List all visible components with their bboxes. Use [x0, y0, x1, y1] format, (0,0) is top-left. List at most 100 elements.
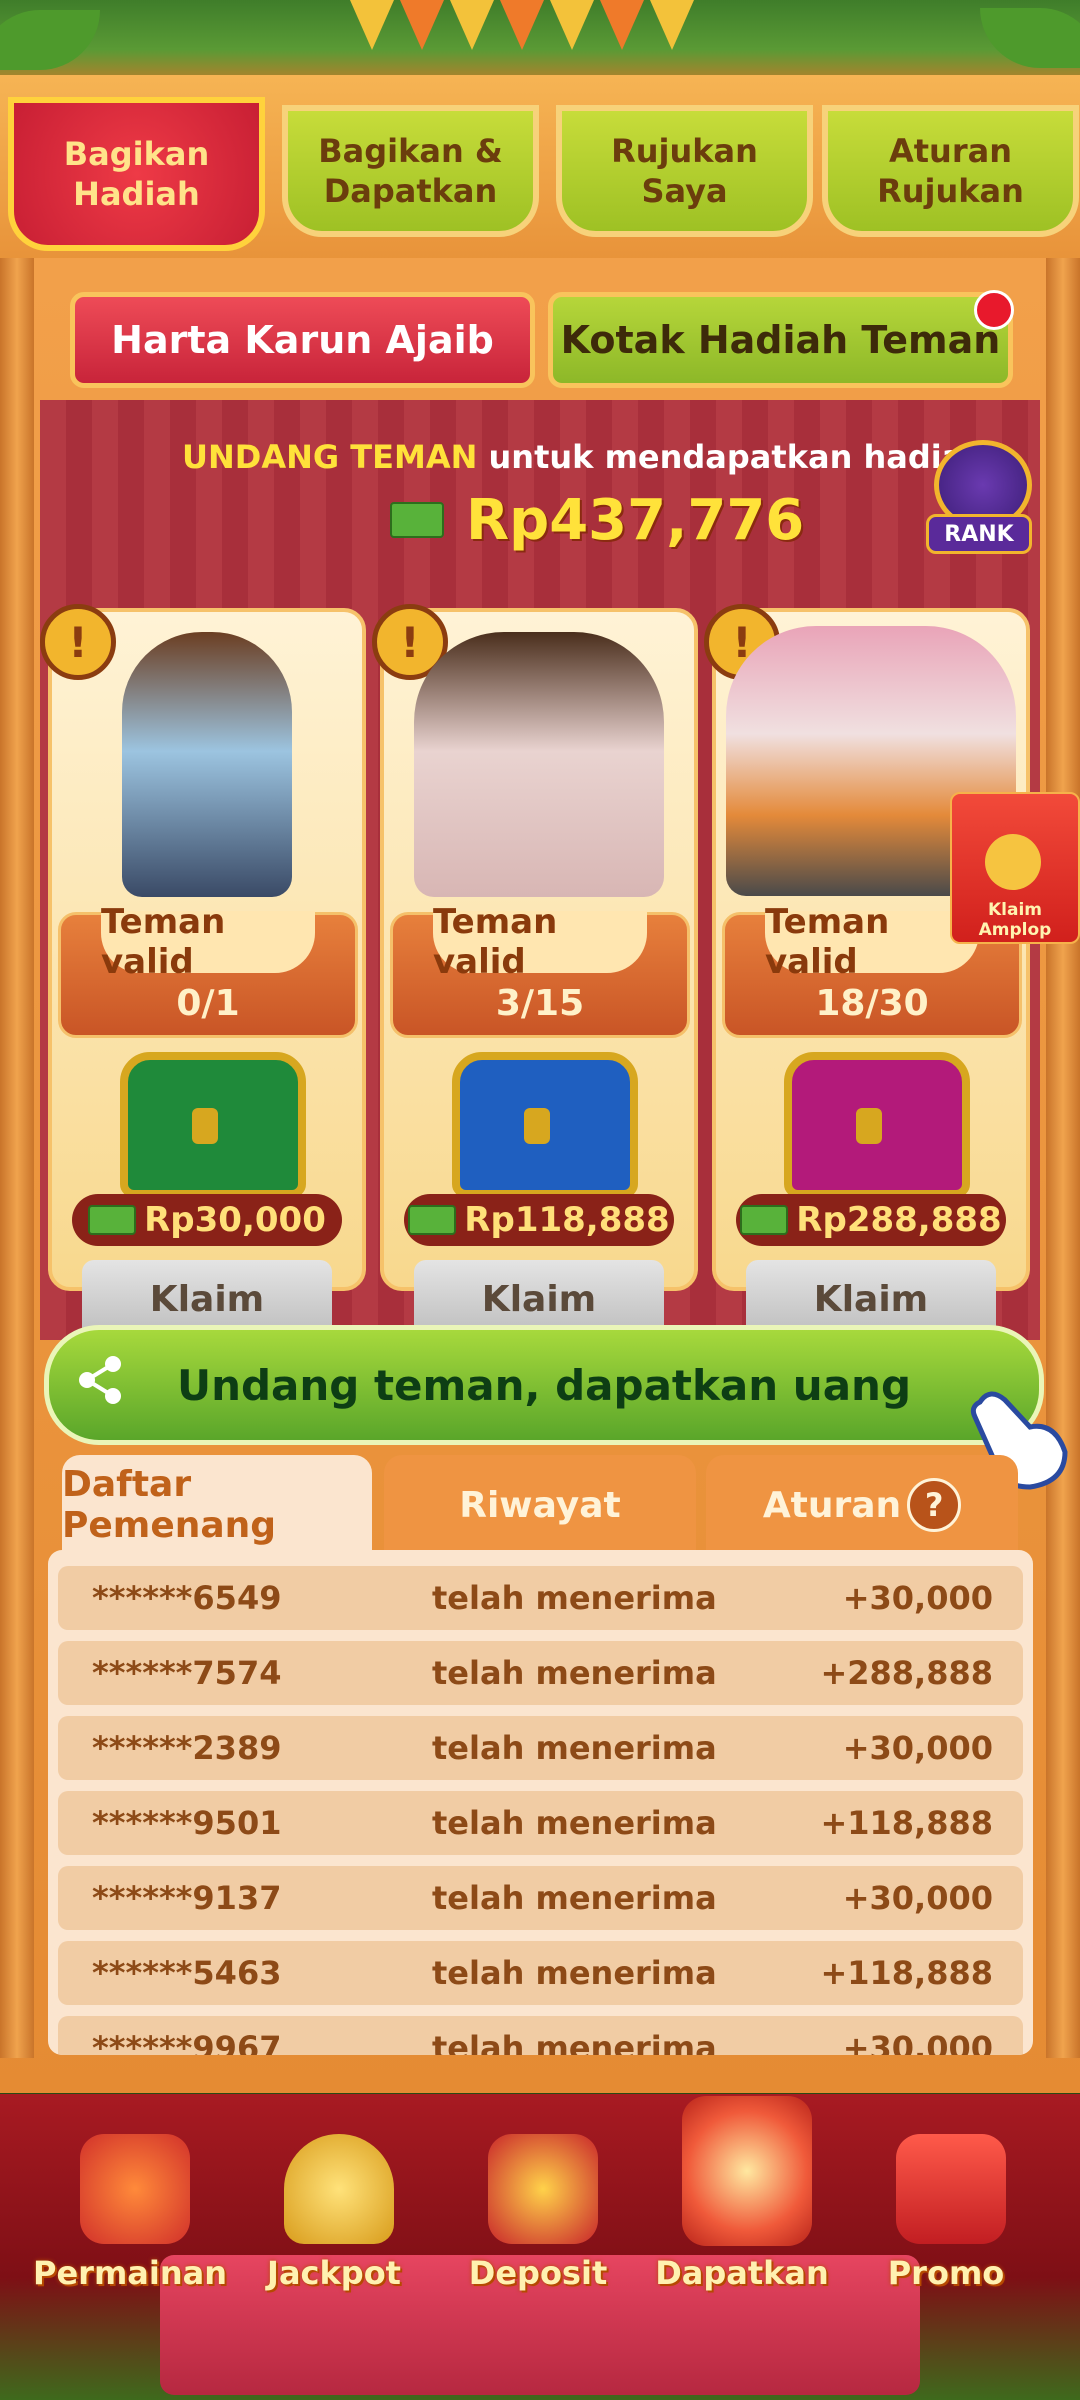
winner-user: ******9137 — [92, 1879, 282, 1917]
headline-text: untuk mendapatkan hadiah — [477, 438, 987, 476]
rank-label: RANK — [926, 514, 1032, 554]
share-icon — [73, 1352, 129, 1408]
envelope-coin-icon — [985, 834, 1041, 890]
winner-amount: +118,888 — [820, 1954, 993, 1992]
green-chest-icon — [120, 1052, 306, 1198]
info-alert-icon[interactable]: ! — [40, 604, 116, 680]
winner-user: ******6549 — [92, 1579, 282, 1617]
wooden-post — [1046, 258, 1080, 2058]
main-tab-bar: Bagikan Hadiah Bagikan & Dapatkan Rujuka… — [0, 75, 1080, 268]
cash-icon — [390, 502, 444, 538]
phone-coins-icon — [682, 2096, 812, 2246]
nav-promo[interactable]: Promo — [846, 2104, 1046, 2354]
bunting-flag — [550, 0, 594, 50]
winner-row: ******2389 telah menerima +30,000 — [58, 1716, 1023, 1780]
help-question-icon[interactable]: ? — [907, 1478, 962, 1532]
purple-chest-icon — [784, 1052, 970, 1198]
tab-daftar-pemenang[interactable]: Daftar Pemenang — [62, 1455, 372, 1555]
winner-row: ******7574 telah menerima +288,888 — [58, 1641, 1023, 1705]
winner-amount: +30,000 — [842, 2029, 993, 2055]
notification-dot — [974, 290, 1014, 330]
total-reward-amount: Rp437,776 — [466, 488, 805, 553]
winner-amount: +30,000 — [842, 1579, 993, 1617]
winner-user: ******5463 — [92, 1954, 282, 1992]
reward-amount: Rp288,888 — [736, 1194, 1006, 1246]
leaf-decoration — [0, 10, 100, 70]
nav-dapatkan[interactable]: Dapatkan — [642, 2076, 842, 2326]
reward-amount: Rp118,888 — [404, 1194, 674, 1246]
winner-amount: +30,000 — [842, 1729, 993, 1767]
winner-amount: +30,000 — [842, 1879, 993, 1917]
wooden-post — [0, 258, 34, 2058]
nav-label: Permainan — [33, 2254, 227, 2292]
cash-icon — [740, 1205, 789, 1235]
cash-icon — [408, 1205, 457, 1235]
winners-list[interactable]: ******6549 telah menerima +30,000 ******… — [48, 1550, 1033, 2055]
winner-user: ******9967 — [92, 2029, 282, 2055]
bunting-flag — [450, 0, 494, 50]
winner-row: ******9501 telah menerima +118,888 — [58, 1791, 1023, 1855]
winner-row: ******6549 telah menerima +30,000 — [58, 1566, 1023, 1630]
winner-amount: +288,888 — [820, 1654, 993, 1692]
nav-label: Deposit — [468, 2254, 608, 2292]
valid-friends-box: Teman valid 0/1 — [58, 902, 358, 1038]
slot-machine-icon — [80, 2134, 190, 2244]
single-friend-illustration — [122, 632, 292, 897]
nav-jackpot[interactable]: Jackpot — [234, 2104, 434, 2354]
nav-permainan[interactable]: Permainan — [30, 2104, 230, 2354]
bunting-flag — [650, 0, 694, 50]
winner-row: ******5463 telah menerima +118,888 — [58, 1941, 1023, 2005]
valid-friends-count: 18/30 — [815, 982, 929, 1024]
bunting-flag — [350, 0, 394, 50]
red-envelope-button[interactable]: Klaim Amplop — [950, 792, 1080, 944]
winner-user: ******9501 — [92, 1804, 282, 1842]
subtab-kotak-hadiah-teman[interactable]: Kotak Hadiah Teman — [548, 292, 1013, 388]
reward-amount: Rp30,000 — [72, 1194, 342, 1246]
winner-action: telah menerima — [432, 1654, 717, 1692]
blue-chest-icon — [452, 1052, 638, 1198]
winner-action: telah menerima — [432, 1954, 717, 1992]
tab-aturan[interactable]: Aturan ? — [706, 1455, 1018, 1555]
bunting-flag — [500, 0, 544, 50]
tab-riwayat[interactable]: Riwayat — [384, 1455, 696, 1555]
valid-friends-title: Teman valid — [433, 902, 647, 982]
rank-badge[interactable]: RANK — [926, 440, 1032, 554]
valid-friends-box: Teman valid 3/15 — [390, 902, 690, 1038]
winner-user: ******7574 — [92, 1654, 282, 1692]
winner-user: ******2389 — [92, 1729, 282, 1767]
subtab-harta-karun[interactable]: Harta Karun Ajaib — [70, 292, 535, 388]
leaf-decoration — [980, 8, 1080, 68]
reward-card-2: ! Teman valid 3/15 Rp118,888 Klaim — [372, 604, 698, 1344]
reward-card-1: ! Teman valid 0/1 Rp30,000 Klaim — [40, 604, 366, 1344]
winner-row: ******9137 telah menerima +30,000 — [58, 1866, 1023, 1930]
tab-rujukan-saya[interactable]: Rujukan Saya — [556, 105, 813, 237]
winner-action: telah menerima — [432, 1804, 717, 1842]
cash-icon — [88, 1205, 137, 1235]
nav-deposit[interactable]: Deposit — [438, 2104, 638, 2354]
tab-bagikan-dapatkan[interactable]: Bagikan & Dapatkan — [282, 105, 539, 237]
invite-friends-button[interactable]: Undang teman, dapatkan uang — [44, 1325, 1044, 1445]
tab-bagikan-hadiah[interactable]: Bagikan Hadiah — [8, 97, 265, 251]
winner-action: telah menerima — [432, 1729, 717, 1767]
winner-row: ******9967 telah menerima +30,000 — [58, 2016, 1023, 2055]
valid-friends-title: Teman valid — [765, 902, 979, 982]
two-friends-illustration — [414, 632, 664, 897]
bunting-flag — [400, 0, 444, 50]
valid-friends-count: 0/1 — [176, 982, 240, 1024]
nav-label: Promo — [887, 2254, 1005, 2292]
valid-friends-count: 3/15 — [495, 982, 585, 1024]
nav-label: Dapatkan — [655, 2254, 829, 2292]
nav-label: Jackpot — [267, 2254, 401, 2292]
envelope-label: Klaim Amplop — [978, 900, 1052, 940]
tab-aturan-label: Aturan — [762, 1484, 902, 1526]
winner-amount: +118,888 — [820, 1804, 993, 1842]
gift-box-icon — [896, 2134, 1006, 2244]
bunting-flag — [600, 0, 644, 50]
tab-aturan-rujukan[interactable]: Aturan Rujukan — [822, 105, 1079, 237]
treasure-chest-icon — [488, 2134, 598, 2244]
headline-highlight: UNDANG TEMAN — [182, 438, 478, 476]
invite-button-label: Undang teman, dapatkan uang — [176, 1360, 912, 1410]
valid-friends-title: Teman valid — [101, 902, 315, 982]
winner-action: telah menerima — [432, 1879, 717, 1917]
reward-card-3: ! Teman valid 18/30 Rp288,888 Klaim — [704, 604, 1030, 1344]
